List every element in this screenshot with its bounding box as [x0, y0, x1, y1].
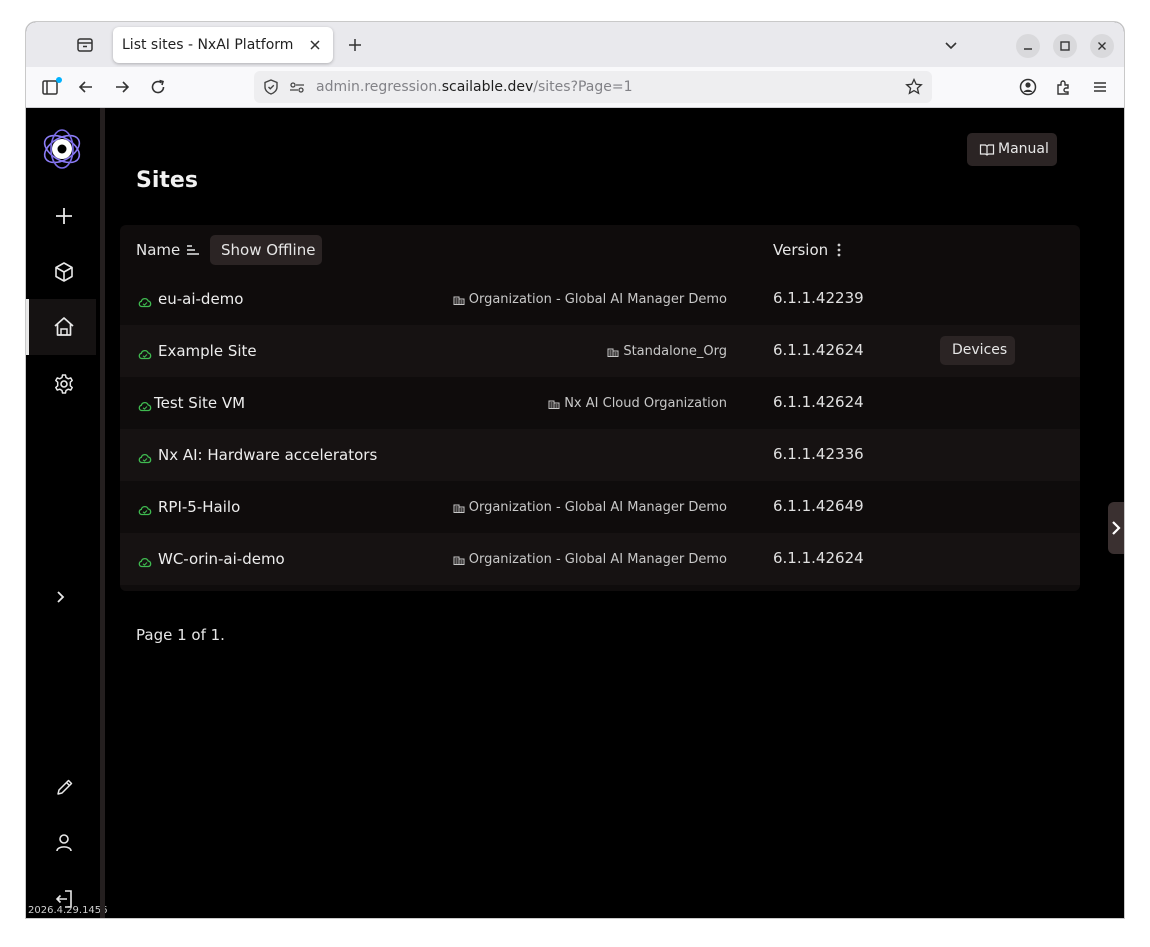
reload-icon[interactable] [147, 76, 169, 98]
organization-name: Organization - Global AI Manager Demo [468, 500, 727, 515]
nxai-logo-icon[interactable] [40, 127, 84, 171]
site-organization: Organization - Global AI Manager Demo [453, 500, 727, 517]
table-row[interactable]: WC-orin-ai-demo Organization - Global AI … [120, 533, 1080, 585]
site-name[interactable]: RPI-5-Hailo [158, 498, 240, 516]
organization-name: Organization - Global AI Manager Demo [468, 552, 727, 567]
manual-label: Manual [998, 141, 1049, 157]
site-name[interactable]: WC-orin-ai-demo [158, 550, 285, 568]
site-organization: Standalone_Org [607, 344, 727, 361]
gear-icon[interactable] [50, 370, 78, 398]
forward-icon[interactable] [111, 76, 133, 98]
site-organization: Organization - Global AI Manager Demo [453, 292, 727, 309]
main-content: Manual Sites Name Show Offline Version e… [105, 108, 1124, 918]
tab-active[interactable]: List sites - NxAI Platform [113, 27, 333, 63]
cube-icon[interactable] [50, 258, 78, 286]
tab-strip: List sites - NxAI Platform [26, 22, 1124, 67]
page-title: Sites [136, 168, 198, 193]
sites-table: Name Show Offline Version eu-ai-demo Orga… [120, 225, 1080, 591]
table-row[interactable]: RPI-5-Hailo Organization - Global AI Mana… [120, 481, 1080, 533]
column-header-name[interactable]: Name [136, 241, 180, 259]
url-prefix: admin.regression. [316, 79, 442, 95]
cloud-online-icon [138, 501, 152, 520]
show-offline-button[interactable]: Show Offline [210, 235, 322, 265]
cloud-online-icon [138, 397, 152, 416]
manual-button[interactable]: Manual [967, 133, 1057, 166]
user-icon[interactable] [50, 829, 78, 857]
chevron-down-icon[interactable] [940, 34, 962, 56]
sidebar: 2026.4.29.1456 [26, 108, 108, 918]
permissions-icon[interactable] [287, 77, 307, 101]
notification-dot [56, 77, 62, 83]
organization-name: Standalone_Org [623, 344, 727, 359]
close-icon[interactable] [305, 35, 325, 55]
kebab-menu-icon[interactable] [836, 242, 842, 262]
show-offline-label: Show Offline [221, 241, 316, 259]
sidebar-active-indicator [26, 299, 29, 355]
bookmark-star-icon[interactable] [904, 77, 924, 101]
column-header-version[interactable]: Version [773, 241, 828, 259]
site-version: 6.1.1.42624 [773, 549, 864, 567]
devices-button[interactable]: Devices [940, 336, 1015, 365]
plus-icon[interactable] [50, 202, 78, 230]
site-version: 6.1.1.42649 [773, 497, 864, 515]
cloud-online-icon [138, 553, 152, 572]
building-icon [607, 346, 619, 361]
site-version: 6.1.1.42336 [773, 445, 864, 463]
browser-window: List sites - NxAI Platform admin.regress… [26, 22, 1124, 918]
shield-icon[interactable] [261, 77, 281, 101]
pencil-icon[interactable] [50, 774, 78, 802]
back-icon[interactable] [75, 76, 97, 98]
sort-icon[interactable] [186, 242, 200, 261]
devices-label: Devices [952, 342, 1008, 358]
minimize-icon[interactable] [1016, 34, 1040, 58]
building-icon [453, 554, 465, 569]
site-name[interactable]: Nx AI: Hardware accelerators [158, 446, 377, 464]
site-name[interactable]: Test Site VM [154, 394, 245, 412]
site-version: 6.1.1.42239 [773, 289, 864, 307]
url-host: scailable.dev [441, 79, 534, 95]
cloud-online-icon [138, 293, 152, 312]
cloud-online-icon [138, 345, 152, 364]
tab-history-icon[interactable] [74, 34, 96, 56]
cloud-online-icon [138, 449, 152, 468]
pagination-text: Page 1 of 1. [136, 626, 225, 644]
tab-title: List sites - NxAI Platform [122, 37, 294, 53]
url-bar[interactable]: admin.regression.scailable.dev/sites?Pag… [254, 71, 932, 103]
table-row[interactable]: Example Site Standalone_Org 6.1.1.42624 Dev… [120, 325, 1080, 377]
new-tab-icon[interactable] [344, 34, 366, 56]
home-icon[interactable] [50, 313, 78, 341]
app-viewport: 2026.4.29.1456 Manual Sites Name Show Of… [26, 108, 1124, 918]
site-organization: Nx AI Cloud Organization [548, 396, 727, 413]
organization-name: Nx AI Cloud Organization [564, 396, 727, 411]
site-organization: Organization - Global AI Manager Demo [453, 552, 727, 569]
build-version: 2026.4.29.1456 [28, 905, 108, 916]
url-path: /sites?Page=1 [533, 79, 633, 95]
site-name[interactable]: eu-ai-demo [158, 290, 243, 308]
building-icon [453, 502, 465, 517]
organization-name: Organization - Global AI Manager Demo [468, 292, 727, 307]
side-panel-toggle[interactable] [1108, 502, 1124, 554]
close-window-icon[interactable] [1090, 34, 1114, 58]
account-icon[interactable] [1017, 76, 1039, 98]
url-text[interactable]: admin.regression.scailable.dev/sites?Pag… [316, 79, 633, 95]
site-version: 6.1.1.42624 [773, 341, 864, 359]
chevron-right-icon[interactable] [47, 583, 75, 611]
maximize-icon[interactable] [1053, 34, 1077, 58]
site-name[interactable]: Example Site [158, 342, 257, 360]
building-icon [453, 294, 465, 309]
building-icon [548, 398, 560, 413]
site-version: 6.1.1.42624 [773, 393, 864, 411]
book-icon [979, 142, 995, 160]
extensions-icon[interactable] [1053, 76, 1075, 98]
table-row[interactable]: Nx AI: Hardware accelerators 6.1.1.42336 [120, 429, 1080, 481]
table-row[interactable]: Test Site VM Nx AI Cloud Organization 6.1.… [120, 377, 1080, 429]
navigation-bar: admin.regression.scailable.dev/sites?Pag… [26, 67, 1124, 108]
table-row[interactable]: eu-ai-demo Organization - Global AI Manag… [120, 273, 1080, 325]
menu-icon[interactable] [1089, 76, 1111, 98]
